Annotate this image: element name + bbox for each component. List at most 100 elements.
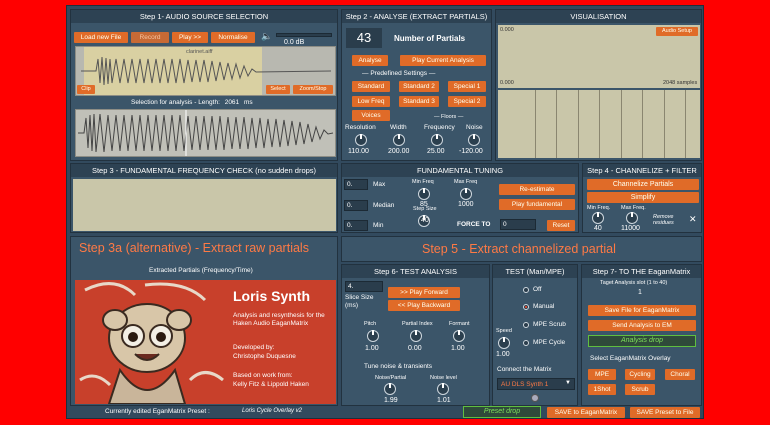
spectrum-display: 0.000 Audio Setup 0.000 2048 samples [498,25,700,88]
play-fundamental-button[interactable]: Play fundamental [499,199,575,210]
analysis-drop-zone[interactable]: Analysis drop [588,335,696,347]
overlay-mpe-button[interactable]: MPE [588,369,616,380]
simplify-button[interactable]: Simplify [587,192,699,203]
connect-indicator-icon[interactable] [531,394,539,402]
test-panel: TEST (Man/MPE) Off Manual MPE Scrub MPE … [492,264,578,406]
formant-knob[interactable] [453,330,465,342]
step4-title: Step 4 - CHANNELIZE + FILTER [583,164,701,177]
radio-mpe-cycle[interactable] [523,340,529,346]
midi-device-value: AU DLS Synth 1 [501,381,549,388]
partial-index-value: 0.00 [408,345,422,352]
preset-standard-button[interactable]: Standard [352,81,390,92]
selection-waveform[interactable] [75,109,336,157]
loris-mascot-image [75,280,225,404]
connect-matrix-label: Connect the Matrix [497,366,552,373]
slice-size-field[interactable]: 4. [345,281,383,292]
audio-setup-button[interactable]: Audio Setup [656,27,698,36]
analyse-button[interactable]: Analyse [352,55,388,66]
overlay-1shot-button[interactable]: 1Shot [588,384,616,395]
preset-special2-button[interactable]: Special 2 [448,96,486,107]
play-forward-button[interactable]: >> Play Forward [388,287,460,298]
speed-knob[interactable] [498,337,510,349]
floors-label: — Floors — [434,114,464,120]
noise-floor-knob[interactable] [468,134,480,146]
step6-panel: Step 6- TEST ANALYSIS 4. Slice Size (ms)… [341,264,490,406]
load-file-button[interactable]: Load new File [74,32,128,43]
save-preset-file-button[interactable]: SAVE Preset to File [630,407,700,418]
step4-min-freq-knob[interactable] [592,212,604,224]
normalise-button[interactable]: Normalise [211,32,255,43]
noise-partial-knob[interactable] [384,383,396,395]
spectrum-bottom-value: 0.000 [500,80,514,86]
min-freq-knob[interactable] [418,188,430,200]
current-preset-label: Currently edited EganMatrix Preset : [105,408,210,415]
play-backward-button[interactable]: << Play Backward [388,300,460,311]
pitch-knob[interactable] [367,330,379,342]
target-slot-value[interactable]: 1 [638,289,642,296]
min-field[interactable]: 0. [344,220,368,231]
reset-button[interactable]: Reset [547,220,575,231]
save-file-em-button[interactable]: Save File for EaganMatrix [588,305,696,316]
send-analysis-button[interactable]: Send Analysis to EM [588,320,696,331]
formant-label: Formant [449,321,470,327]
partial-index-knob[interactable] [410,330,422,342]
num-partials-value[interactable]: 43 [346,28,382,48]
overlay-choral-button[interactable]: Choral [665,369,695,380]
clip-waveform[interactable]: clarinet.aiff Clip Select Zoom/Stop [75,46,336,96]
preset-standard3-button[interactable]: Standard 3 [399,96,439,107]
num-partials-label: Number of Partials [394,34,466,43]
noise-level-label: Noise level [430,375,457,381]
median-field[interactable]: 0. [344,200,368,211]
visualisation-title: VISUALISATION [496,10,701,23]
preset-lowfreq-button[interactable]: Low Freq [352,96,390,107]
noise-floor-value: -120.00 [459,148,483,155]
speaker-icon[interactable]: 🔈 [261,31,272,42]
noise-level-knob[interactable] [437,383,449,395]
gain-slider[interactable] [276,33,332,37]
step4-max-freq-knob[interactable] [626,212,638,224]
selection-text: Selection for analysis - Length: [131,99,220,106]
noise-floor-label: Noise [466,124,483,131]
close-icon[interactable]: ✕ [689,214,697,225]
developed-by-label: Developed by: [233,344,275,351]
step1-panel: Step 1- AUDIO SOURCE SELECTION Load new … [70,9,338,161]
analysis-drop-label: Analysis drop [620,337,664,344]
selection-unit: ms [243,99,253,106]
radio-off-label: Off [533,286,542,293]
preset-drop-zone[interactable]: Preset drop [463,406,541,418]
selection-label: Selection for analysis - Length: 2061 ms [131,99,253,106]
clip-button[interactable]: Clip [77,85,95,94]
samples-label: 2048 samples [663,80,698,86]
app-description: Analysis and resynthesis for the Haken A… [233,312,325,327]
resolution-knob[interactable] [355,134,367,146]
formant-value: 1.00 [451,345,465,352]
preset-standard2-button[interactable]: Standard 2 [399,81,439,92]
channelize-partials-button[interactable]: Channelize Partials [587,179,699,190]
play-button[interactable]: Play >> [172,32,208,43]
reestimate-button[interactable]: Re-estimate [499,184,575,195]
overlay-cycling-button[interactable]: Cycling [625,369,655,380]
save-to-em-button[interactable]: SAVE to EaganMatrix [547,407,625,418]
zoom-stop-button[interactable]: Zoom/Stop [293,85,333,94]
min-freq-label: Min Freq [412,179,434,185]
record-button[interactable]: Record [131,32,169,43]
predefined-settings-label: — Predefined Settings — [362,70,436,77]
noise-partial-label: Noise/Partial [375,375,407,381]
width-knob[interactable] [393,134,405,146]
radio-mpe-scrub[interactable] [523,322,529,328]
force-to-field[interactable]: 0 [500,219,536,230]
max-freq-knob[interactable] [460,188,472,200]
radio-manual[interactable] [523,304,529,310]
preset-voices-button[interactable]: Voices [352,110,390,121]
overlay-scrub-button[interactable]: Scrub [625,384,655,395]
based-on-names: Kelly Fitz & Lippold Haken [233,381,309,388]
width-value: 200.00 [388,148,410,155]
frequency-floor-knob[interactable] [431,134,443,146]
midi-device-select[interactable]: AU DLS Synth 1 ▼ [497,378,575,390]
radio-off[interactable] [523,287,529,293]
preset-special1-button[interactable]: Special 1 [448,81,486,92]
select-button[interactable]: Select [266,85,290,94]
play-current-analysis-button[interactable]: Play Current Analysis [400,55,486,66]
max-field[interactable]: 0. [344,179,368,190]
step3-title: Step 3 - FUNDAMENTAL FREQUENCY CHECK (no… [71,164,337,177]
